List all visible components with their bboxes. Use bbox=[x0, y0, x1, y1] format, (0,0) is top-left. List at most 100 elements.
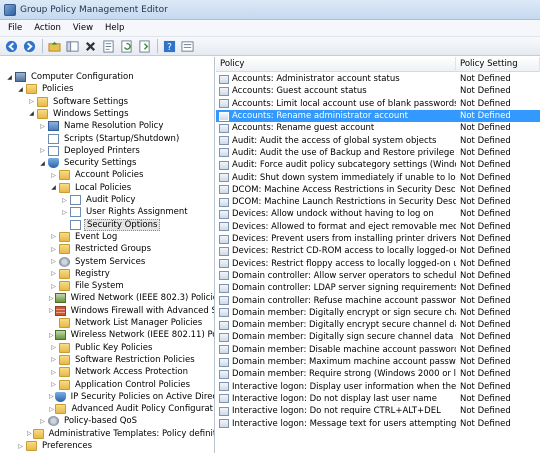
collapsed-arrow-icon[interactable]: ▷ bbox=[49, 368, 58, 377]
menu-file[interactable]: File bbox=[2, 23, 28, 33]
tree-node[interactable]: ▷ Registry bbox=[0, 268, 214, 280]
help-button[interactable]: ? bbox=[161, 39, 177, 54]
table-row[interactable]: Domain controller: LDAP server signing r… bbox=[216, 282, 540, 294]
expanded-arrow-icon[interactable]: ◢ bbox=[16, 85, 25, 94]
collapsed-arrow-icon[interactable]: ▷ bbox=[38, 417, 47, 426]
tree-node[interactable]: ▷ Software Restriction Policies bbox=[0, 354, 214, 366]
up-folder-button[interactable] bbox=[46, 39, 62, 54]
tree-node[interactable]: ▷ Wireless Network (IEEE 802.11) Polici bbox=[0, 329, 214, 341]
collapsed-arrow-icon[interactable]: ▷ bbox=[49, 355, 58, 364]
table-row[interactable]: Interactive logon: Message text for user… bbox=[216, 417, 540, 429]
table-row[interactable]: Domain controller: Refuse machine accoun… bbox=[216, 294, 540, 306]
collapsed-arrow-icon[interactable]: ▷ bbox=[49, 171, 58, 180]
collapsed-arrow-icon[interactable]: ▷ bbox=[60, 208, 69, 217]
tree-node[interactable]: ▷ Wired Network (IEEE 802.3) Policies bbox=[0, 292, 214, 304]
show-hide-tree-button[interactable] bbox=[64, 39, 80, 54]
table-row[interactable]: Devices: Restrict floppy access to local… bbox=[216, 258, 540, 270]
column-header-policy-setting[interactable]: Policy Setting bbox=[456, 57, 540, 72]
collapsed-arrow-icon[interactable]: ▷ bbox=[49, 282, 58, 291]
collapsed-arrow-icon[interactable]: ▷ bbox=[16, 442, 25, 451]
menu-help[interactable]: Help bbox=[99, 23, 130, 33]
tree-node[interactable]: ◢ Windows Settings bbox=[0, 108, 214, 120]
table-row[interactable]: Interactive logon: Display user informat… bbox=[216, 381, 540, 393]
tree-node[interactable]: ▷ Public Key Policies bbox=[0, 342, 214, 354]
table-row[interactable]: Domain member: Maximum machine account p… bbox=[216, 356, 540, 368]
tree-node[interactable]: ▷ Preferences bbox=[0, 440, 214, 452]
collapsed-arrow-icon[interactable]: ▷ bbox=[49, 331, 54, 340]
table-row[interactable]: Domain member: Digitally encrypt secure … bbox=[216, 319, 540, 331]
table-row[interactable]: Devices: Allowed to format and eject rem… bbox=[216, 221, 540, 233]
table-row[interactable]: Accounts: Guest account status Not Define… bbox=[216, 85, 540, 97]
menu-view[interactable]: View bbox=[67, 23, 99, 33]
tree-node[interactable]: ▷ Administrative Templates: Policy defini… bbox=[0, 428, 214, 440]
collapsed-arrow-icon[interactable]: ▷ bbox=[49, 343, 58, 352]
table-row[interactable]: Audit: Audit the use of Backup and Resto… bbox=[216, 147, 540, 159]
collapsed-arrow-icon[interactable]: ▷ bbox=[60, 196, 69, 205]
collapsed-arrow-icon[interactable]: ▷ bbox=[49, 306, 54, 315]
export-button[interactable] bbox=[136, 39, 152, 54]
tree-node[interactable]: Scripts (Startup/Shutdown) bbox=[0, 133, 214, 145]
table-row[interactable]: Accounts: Limit local account use of bla… bbox=[216, 98, 540, 110]
expanded-arrow-icon[interactable]: ◢ bbox=[5, 73, 14, 82]
tree-node[interactable]: ▷ Restricted Groups bbox=[0, 243, 214, 255]
collapsed-arrow-icon[interactable]: ▷ bbox=[49, 380, 58, 389]
table-row[interactable]: Devices: Prevent users from installing p… bbox=[216, 233, 540, 245]
forward-button[interactable] bbox=[21, 39, 37, 54]
tree-node[interactable]: ◢ Policies bbox=[0, 83, 214, 95]
properties-button[interactable] bbox=[100, 39, 116, 54]
collapsed-arrow-icon[interactable]: ▷ bbox=[49, 257, 58, 266]
tree-node[interactable]: ▷ Software Settings bbox=[0, 96, 214, 108]
tree-node[interactable]: ▷ Deployed Printers bbox=[0, 145, 214, 157]
tree-node[interactable]: ▷ Account Policies bbox=[0, 169, 214, 181]
tree-node[interactable]: ▷ User Rights Assignment bbox=[0, 206, 214, 218]
tree-node[interactable]: ◢ Computer Configuration bbox=[0, 71, 214, 83]
tree-node[interactable]: ▷ System Services bbox=[0, 256, 214, 268]
tree-node[interactable]: ▷ Policy-based QoS bbox=[0, 415, 214, 427]
collapsed-arrow-icon[interactable]: ▷ bbox=[49, 392, 54, 401]
table-row[interactable]: Domain member: Require strong (Windows 2… bbox=[216, 368, 540, 380]
tree-node[interactable]: ▷ Audit Policy bbox=[0, 194, 214, 206]
tree-node[interactable]: ▷ Network Access Protection bbox=[0, 366, 214, 378]
expanded-arrow-icon[interactable]: ◢ bbox=[49, 183, 58, 192]
tree-node[interactable]: ▷ File System bbox=[0, 280, 214, 292]
table-row[interactable]: Domain member: Digitally sign secure cha… bbox=[216, 331, 540, 343]
collapsed-arrow-icon[interactable]: ▷ bbox=[27, 429, 32, 438]
table-row[interactable]: DCOM: Machine Access Restrictions in Sec… bbox=[216, 184, 540, 196]
table-row[interactable]: Accounts: Administrator account status No… bbox=[216, 73, 540, 85]
collapsed-arrow-icon[interactable]: ▷ bbox=[38, 122, 47, 131]
view-button[interactable] bbox=[179, 39, 195, 54]
expanded-arrow-icon[interactable]: ◢ bbox=[38, 159, 47, 168]
collapsed-arrow-icon[interactable]: ▷ bbox=[49, 294, 54, 303]
tree-node[interactable]: Network List Manager Policies bbox=[0, 317, 214, 329]
tree-node[interactable]: ▷ Application Control Policies bbox=[0, 379, 214, 391]
table-row[interactable]: Audit: Shut down system immediately if u… bbox=[216, 171, 540, 183]
collapsed-arrow-icon[interactable]: ▷ bbox=[49, 405, 54, 414]
table-row[interactable]: Interactive logon: Do not display last u… bbox=[216, 393, 540, 405]
console-tree[interactable]: ◢ Computer Configuration ◢ Policies ▷ Softwar… bbox=[0, 57, 215, 453]
table-row[interactable]: Devices: Allow undock without having to … bbox=[216, 208, 540, 220]
collapsed-arrow-icon[interactable]: ▷ bbox=[49, 269, 58, 278]
tree-node[interactable]: ◢ Security Settings bbox=[0, 157, 214, 169]
tree-node[interactable]: ▷ Windows Firewall with Advanced S bbox=[0, 305, 214, 317]
collapsed-arrow-icon[interactable]: ▷ bbox=[38, 146, 47, 155]
table-row[interactable]: Domain controller: Allow server operator… bbox=[216, 270, 540, 282]
collapsed-arrow-icon[interactable]: ▷ bbox=[49, 232, 58, 241]
back-button[interactable] bbox=[3, 39, 19, 54]
table-row[interactable]: Accounts: Rename guest account Not Define… bbox=[216, 122, 540, 134]
column-header-policy[interactable]: Policy bbox=[216, 57, 456, 72]
delete-button[interactable] bbox=[82, 39, 98, 54]
table-row[interactable]: Accounts: Rename administrator account No… bbox=[216, 109, 540, 123]
tree-node[interactable]: ◢ Local Policies bbox=[0, 182, 214, 194]
refresh-button[interactable] bbox=[118, 39, 134, 54]
table-row[interactable]: Audit: Audit the access of global system… bbox=[216, 135, 540, 147]
collapsed-arrow-icon[interactable]: ▷ bbox=[49, 245, 58, 254]
table-row[interactable]: Domain member: Digitally encrypt or sign… bbox=[216, 307, 540, 319]
table-row[interactable]: Devices: Restrict CD-ROM access to local… bbox=[216, 245, 540, 257]
tree-node[interactable]: ▷ Advanced Audit Policy Configurat bbox=[0, 403, 214, 415]
tree-node[interactable]: Security Options bbox=[0, 218, 214, 231]
table-row[interactable]: Domain member: Disable machine account p… bbox=[216, 344, 540, 356]
tree-node[interactable]: ▷ Name Resolution Policy bbox=[0, 120, 214, 132]
expanded-arrow-icon[interactable]: ◢ bbox=[27, 109, 36, 118]
tree-node[interactable]: ▷ Event Log bbox=[0, 231, 214, 243]
table-row[interactable]: Audit: Force audit policy subcategory se… bbox=[216, 159, 540, 171]
